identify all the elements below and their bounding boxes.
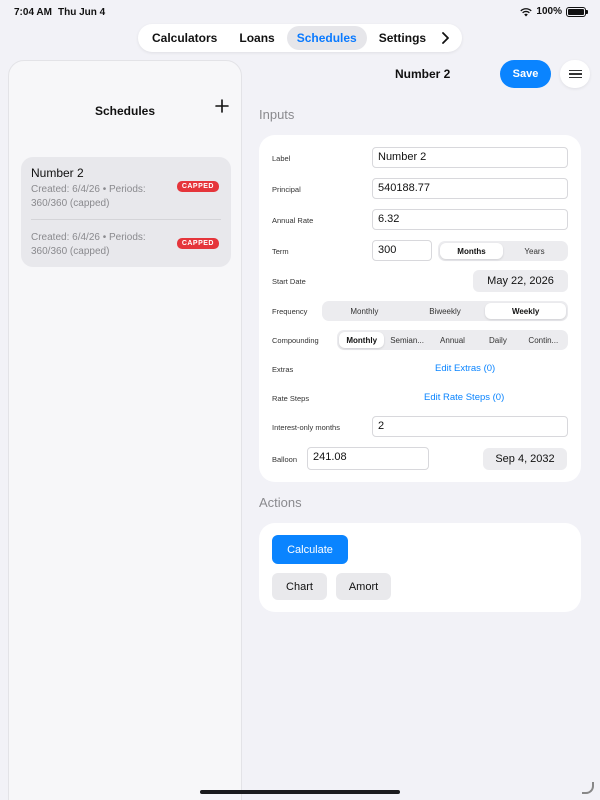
actions-card: Calculate Chart Amort [259,523,581,612]
amort-button[interactable]: Amort [336,573,391,600]
annual-rate-label: Annual Rate [272,216,314,225]
compounding-label: Compounding [272,336,319,345]
schedule-meta: Created: 6/4/26 • Periods: 360/360 (capp… [31,232,146,257]
schedule-meta: Created: 6/4/26 • Periods: 360/360 (capp… [31,184,146,209]
hamburger-menu-icon[interactable] [560,60,590,88]
detail-title: Number 2 [395,67,451,81]
principal-label: Principal [272,185,301,194]
compounding-segmented: Monthly Semian... Annual Daily Contin... [337,330,568,350]
save-button[interactable]: Save [500,60,551,88]
plus-icon[interactable] [215,99,229,113]
frequency-label: Frequency [272,307,308,316]
home-indicator [200,790,400,794]
frequency-segmented: Monthly Biweekly Weekly [322,301,568,321]
sidebar-title: Schedules [94,104,156,118]
status-date: Thu Jun 4 [58,7,106,18]
tab-loans[interactable]: Loans [229,26,284,50]
term-unit-segmented: Months Years [438,241,568,261]
compounding-continuous[interactable]: Contin... [521,332,566,348]
term-label: Term [272,247,289,256]
schedule-list: Number 2 Created: 6/4/26 • Periods: 360/… [21,157,231,267]
resize-handle-icon[interactable] [582,782,594,794]
label-field-label: Label [272,154,291,163]
status-right: 100% [520,6,588,17]
annual-rate-input[interactable]: 6.32 [372,209,568,230]
rate-steps-label: Rate Steps [272,394,310,403]
top-nav: Calculators Loans Schedules Settings [138,24,462,52]
edit-rate-steps-link[interactable]: Edit Rate Steps (0) [424,392,504,403]
schedule-name: Number 2 [31,166,84,180]
schedule-item[interactable]: Number 2 Created: 6/4/26 • Periods: 360/… [31,157,221,220]
wifi-icon [520,7,533,16]
tab-calculators[interactable]: Calculators [142,26,227,50]
label-input[interactable]: Number 2 [372,147,568,168]
interest-only-input[interactable]: 2 [372,416,568,437]
frequency-monthly[interactable]: Monthly [324,303,405,319]
compounding-annual[interactable]: Annual [430,332,475,348]
compounding-daily[interactable]: Daily [475,332,520,348]
frequency-biweekly[interactable]: Biweekly [405,303,486,319]
compounding-semiannual[interactable]: Semian... [384,332,429,348]
battery-percent: 100% [536,6,562,17]
menu-line [568,73,582,75]
tab-schedules[interactable]: Schedules [286,26,367,50]
status-bar: 7:04 AM Thu Jun 4 100% [0,0,600,22]
frequency-weekly[interactable]: Weekly [485,303,567,319]
edit-extras-link[interactable]: Edit Extras (0) [435,363,495,374]
sidebar: Schedules Number 2 Created: 6/4/26 • Per… [8,60,242,800]
capped-badge: CAPPED [176,238,219,249]
inputs-card: Label Number 2 Principal 540188.77 Annua… [259,135,581,482]
start-date-picker[interactable]: May 22, 2026 [473,270,568,292]
schedule-item[interactable]: Created: 6/4/26 • Periods: 360/360 (capp… [31,220,221,267]
term-unit-months[interactable]: Months [440,243,503,259]
interest-only-label: Interest-only months [272,423,340,432]
status-time: 7:04 AM [14,7,52,18]
balloon-date-picker[interactable]: Sep 4, 2032 [483,448,567,470]
balloon-label: Balloon [272,455,298,464]
chart-button[interactable]: Chart [272,573,327,600]
menu-line [568,69,582,72]
capped-badge: CAPPED [176,181,219,192]
inputs-section-title: Inputs [259,107,295,122]
chevron-right-icon[interactable] [440,32,450,44]
compounding-monthly[interactable]: Monthly [339,332,385,348]
battery-fill [568,8,584,15]
principal-input[interactable]: 540188.77 [372,178,568,199]
term-input[interactable]: 300 [372,240,432,261]
term-unit-years[interactable]: Years [503,243,566,259]
menu-line [568,76,582,79]
tab-settings[interactable]: Settings [369,26,436,50]
balloon-input[interactable]: 241.08 [307,447,429,470]
extras-label: Extras [272,365,294,374]
actions-section-title: Actions [259,495,302,510]
start-date-label: Start Date [272,277,306,286]
battery-icon [566,6,588,17]
calculate-button[interactable]: Calculate [272,535,348,564]
